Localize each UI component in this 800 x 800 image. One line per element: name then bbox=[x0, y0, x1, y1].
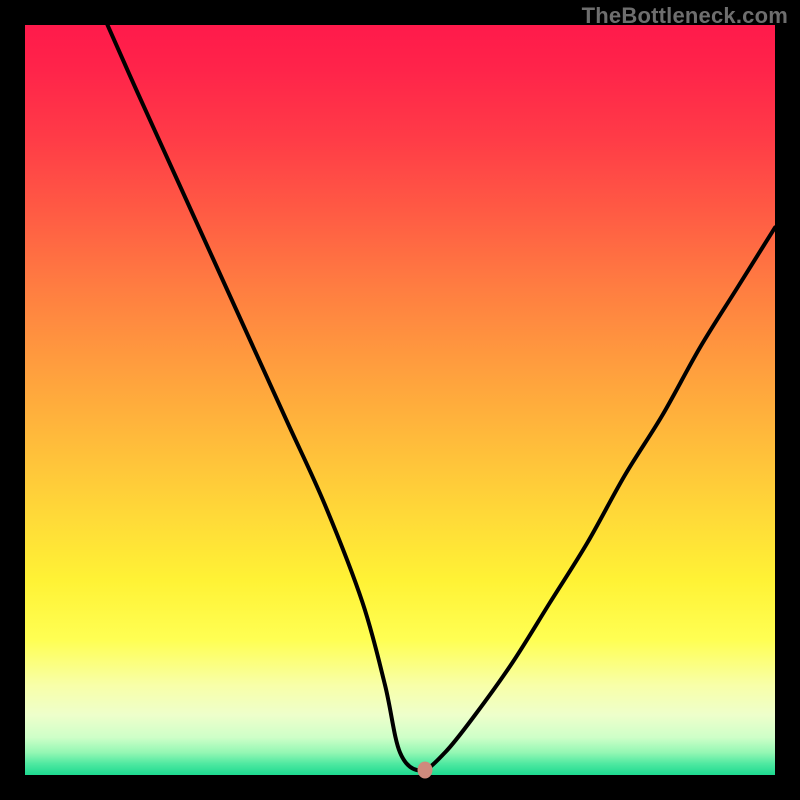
chart-stage: TheBottleneck.com bbox=[0, 0, 800, 800]
bottleneck-curve bbox=[25, 25, 775, 775]
watermark-text: TheBottleneck.com bbox=[582, 3, 788, 29]
optimum-marker bbox=[417, 761, 432, 778]
plot-area bbox=[25, 25, 775, 775]
